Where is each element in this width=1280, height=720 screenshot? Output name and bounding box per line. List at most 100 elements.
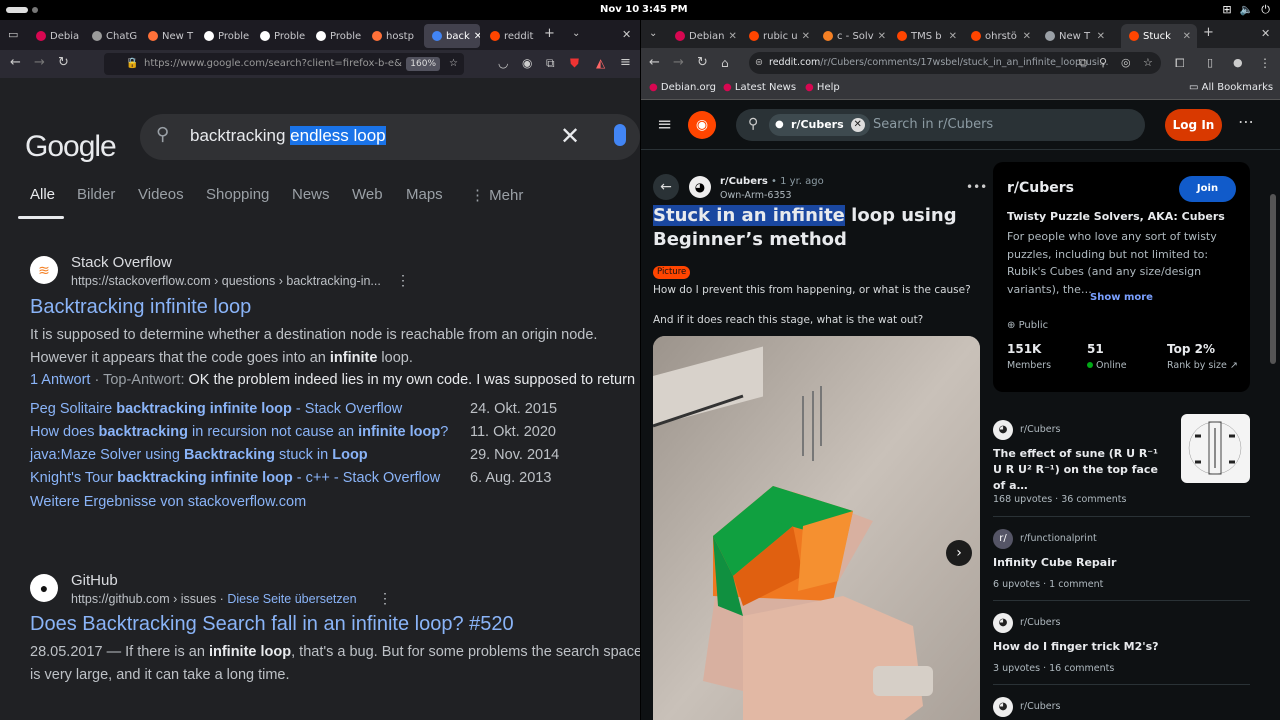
ublock-icon[interactable]: ⛊ bbox=[570, 56, 579, 70]
network-icon[interactable]: ⊞ bbox=[1222, 3, 1231, 17]
cr-tab-7-active[interactable]: Stuck ✕ bbox=[1121, 24, 1197, 48]
reddit-logo-icon[interactable]: ◉ bbox=[688, 111, 716, 139]
bookmark-latest-news[interactable]: ● Latest News bbox=[723, 82, 796, 93]
tab-maps[interactable]: Maps bbox=[406, 186, 443, 203]
sub-result-link[interactable]: How does backtracking in recursion not c… bbox=[30, 424, 448, 440]
reload-icon[interactable]: ↻ bbox=[58, 56, 69, 70]
tab-news[interactable]: News bbox=[292, 186, 330, 203]
show-more-button[interactable]: Show more bbox=[993, 292, 1250, 303]
related-thumbnail[interactable] bbox=[1181, 414, 1250, 483]
reload-icon[interactable]: ↻ bbox=[697, 56, 708, 70]
search-query[interactable]: backtracking endless loop bbox=[190, 126, 386, 146]
sub-result-link[interactable]: Knight's Tour backtracking infinite loop… bbox=[30, 470, 440, 486]
all-bookmarks[interactable]: ▭ All Bookmarks bbox=[1189, 82, 1273, 93]
back-icon[interactable]: ← bbox=[649, 56, 660, 70]
join-button[interactable]: Join bbox=[1179, 176, 1236, 202]
related-title[interactable]: How do I finger trick M2's? bbox=[993, 639, 1233, 655]
url-bar[interactable]: ⛉ 🔒 https://www.google.com/search?client… bbox=[104, 53, 464, 75]
tab-shopping[interactable]: Shopping bbox=[206, 186, 269, 203]
result-source-github[interactable]: ● GitHub https://github.com › issues · D… bbox=[30, 572, 630, 610]
menu-icon[interactable]: ≡ bbox=[620, 56, 631, 70]
subreddit-avatar[interactable]: ◕ bbox=[689, 176, 711, 198]
list-tabs-icon[interactable]: ⌄ bbox=[572, 27, 580, 41]
related-subreddit[interactable]: r/functionalprint bbox=[1020, 533, 1097, 544]
install-icon[interactable]: ⧉ bbox=[1079, 56, 1087, 70]
tab-search-icon[interactable]: ⌄ bbox=[649, 27, 657, 41]
workspace-dot-active[interactable] bbox=[6, 7, 28, 13]
profile-icon[interactable]: ● bbox=[1233, 56, 1243, 70]
eye-off-icon[interactable]: ◎ bbox=[1121, 56, 1131, 70]
result-title-link[interactable]: Does Backtracking Search fall in an infi… bbox=[30, 613, 514, 636]
bookmark-star-icon[interactable]: ☆ bbox=[1143, 56, 1153, 70]
new-tab-icon[interactable]: + bbox=[544, 27, 555, 41]
related-post[interactable]: ◕ r/Cubers How do I finger trick M2's? 3… bbox=[993, 600, 1250, 680]
url-text[interactable]: https://www.google.com/search?client=fir… bbox=[144, 58, 402, 69]
reddit-search-box[interactable]: ⚲ ● r/Cubers ✕ Search in r/Cubers bbox=[736, 109, 1145, 141]
back-icon[interactable]: ← bbox=[10, 56, 21, 70]
cr-tab-6[interactable]: New T ✕ bbox=[1037, 24, 1111, 48]
close-tab-icon[interactable]: ✕ bbox=[1183, 31, 1197, 42]
close-tab-icon[interactable]: ✕ bbox=[1023, 31, 1037, 42]
more-results-link[interactable]: Weitere Ergebnisse von stackoverflow.com bbox=[30, 494, 306, 510]
related-subreddit[interactable]: r/Cubers bbox=[1020, 701, 1061, 712]
bookmark-debian[interactable]: ● Debian.org bbox=[649, 82, 716, 93]
more-options-icon[interactable]: ⋯ bbox=[1238, 112, 1254, 131]
sub-result[interactable]: How does backtracking in recursion not c… bbox=[30, 424, 630, 444]
sub-result[interactable]: Peg Solitaire backtracking infinite loop… bbox=[30, 401, 630, 421]
result-source-stackoverflow[interactable]: ≋ Stack Overflow https://stackoverflow.c… bbox=[30, 254, 630, 292]
power-icon[interactable]: ⏻ bbox=[1261, 3, 1270, 17]
ff-tab-1[interactable]: Debia bbox=[28, 24, 82, 48]
close-tab-icon[interactable]: ✕ bbox=[802, 31, 815, 42]
scrollbar-thumb[interactable] bbox=[1270, 194, 1276, 364]
search-placeholder[interactable]: Search in r/Cubers bbox=[873, 117, 993, 132]
post-subreddit[interactable]: r/Cubers • 1 yr. ago bbox=[720, 176, 824, 187]
post-flair[interactable]: Picture bbox=[653, 266, 691, 279]
workspace-dot[interactable] bbox=[32, 7, 38, 13]
tab-overview-icon[interactable]: ▭ bbox=[8, 28, 18, 42]
related-title[interactable]: Infinity Cube Repair bbox=[993, 555, 1233, 571]
close-tab-icon[interactable]: ✕ bbox=[878, 31, 889, 42]
related-subreddit[interactable]: r/Cubers bbox=[1020, 617, 1061, 628]
ff-tab-9[interactable]: reddit bbox=[482, 24, 534, 48]
cr-tab-3[interactable]: c - Solv ✕ bbox=[815, 24, 889, 48]
tab-web[interactable]: Web bbox=[352, 186, 383, 203]
sub-result[interactable]: Knight's Tour backtracking infinite loop… bbox=[30, 470, 630, 490]
extensions-icon[interactable]: ⧠ bbox=[1175, 56, 1185, 70]
sub-result-link[interactable]: java:Maze Solver using Backtracking stuc… bbox=[30, 447, 368, 463]
forward-icon[interactable]: → bbox=[34, 56, 45, 70]
volume-icon[interactable]: 🔈 bbox=[1240, 3, 1254, 17]
close-tab-icon[interactable]: ✕ bbox=[1097, 31, 1111, 42]
google-search-box[interactable]: ⚲ backtracking endless loop ✕ bbox=[140, 114, 640, 160]
post-author[interactable]: Own-Arm-6353 bbox=[720, 190, 792, 201]
google-logo[interactable]: Google bbox=[25, 130, 117, 164]
clock-time[interactable]: 3:45 PM bbox=[642, 4, 688, 15]
home-icon[interactable]: ⌂ bbox=[721, 56, 729, 70]
menu-icon[interactable]: ⋮ bbox=[1259, 56, 1271, 70]
ff-tab-8-active[interactable]: back ✕ bbox=[424, 24, 480, 48]
sub-result-link[interactable]: Peg Solitaire backtracking infinite loop… bbox=[30, 401, 402, 417]
bookmark-help[interactable]: ● Help bbox=[805, 82, 840, 93]
account-icon[interactable]: ◉ bbox=[522, 56, 532, 70]
tab-alle[interactable]: Alle bbox=[30, 186, 55, 203]
cr-tab-2[interactable]: rubic u ✕ bbox=[741, 24, 815, 48]
post-image[interactable]: › bbox=[653, 336, 980, 720]
tab-bilder[interactable]: Bilder bbox=[77, 186, 115, 203]
extension-icon[interactable]: ◭ bbox=[596, 56, 605, 70]
ff-tab-7[interactable]: hostp bbox=[364, 24, 420, 48]
workspace-indicator[interactable] bbox=[6, 7, 38, 13]
cr-tab-1[interactable]: Debian ✕ bbox=[667, 24, 741, 48]
related-post[interactable]: ◕ r/Cubers bbox=[993, 684, 1250, 720]
close-window-icon[interactable]: ✕ bbox=[1261, 27, 1270, 41]
tab-videos[interactable]: Videos bbox=[138, 186, 184, 203]
close-tab-icon[interactable]: ✕ bbox=[949, 31, 963, 42]
subreddit-name[interactable]: r/Cubers bbox=[720, 176, 768, 187]
related-post[interactable]: r/ r/functionalprint Infinity Cube Repai… bbox=[993, 516, 1250, 596]
close-window-icon[interactable]: ✕ bbox=[622, 28, 631, 42]
zoom-icon[interactable]: ⚲ bbox=[1099, 56, 1107, 70]
pocket-icon[interactable]: ◡ bbox=[498, 56, 508, 70]
stat-rank[interactable]: Top 2% Rank by size ↗ bbox=[1167, 342, 1238, 371]
ff-tab-6[interactable]: Proble bbox=[308, 24, 362, 48]
back-arrow-icon[interactable]: ← bbox=[653, 174, 679, 200]
subreddit-filter-chip[interactable]: ● r/Cubers ✕ bbox=[769, 114, 870, 136]
forward-icon[interactable]: → bbox=[673, 56, 684, 70]
